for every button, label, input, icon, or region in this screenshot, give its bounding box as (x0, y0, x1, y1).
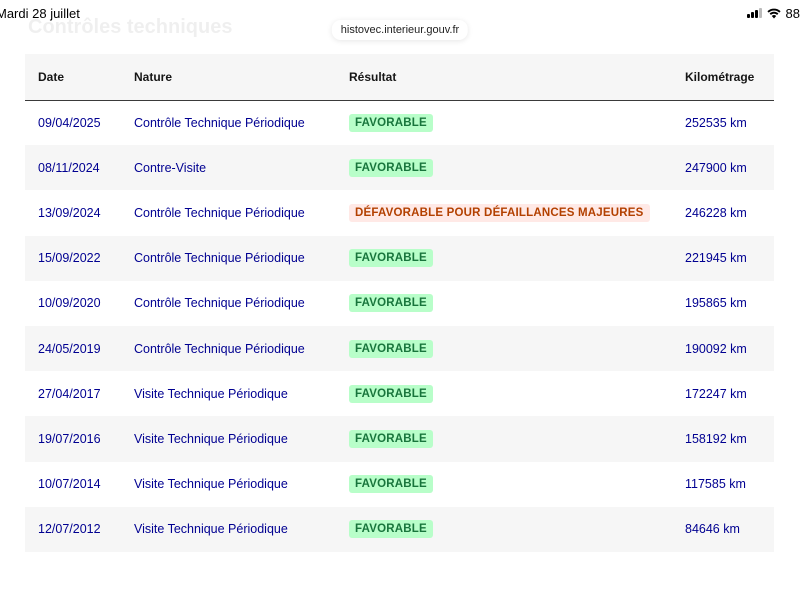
status-badge: FAVORABLE (349, 520, 433, 539)
cell-date: 12/07/2012 (38, 522, 101, 537)
section-heading: Contrôles techniques (28, 16, 233, 38)
cell-date: 10/07/2014 (38, 477, 101, 492)
table-header-row: Date Nature Résultat Kilométrage (25, 54, 774, 100)
cell-mileage: 158192 km (685, 431, 747, 446)
cell-result: FAVORABLE (349, 416, 685, 461)
cell-mileage: 221945 km (685, 251, 747, 266)
status-bar-right: 88 (746, 5, 800, 21)
cell-nature: Contrôle Technique Périodique (134, 341, 305, 356)
cell-mileage: 252535 km (685, 115, 747, 130)
column-header-nature: Nature (134, 69, 173, 84)
technical-inspections-table: Date Nature Résultat Kilométrage 09/04/2… (25, 54, 774, 552)
table-row: 10/09/2020 Contrôle Technique Périodique F… (25, 281, 774, 326)
cell-mileage: 247900 km (685, 160, 747, 175)
status-badge: FAVORABLE (349, 429, 433, 448)
cell-nature: Visite Technique Périodique (134, 477, 288, 492)
cell-nature: Contrôle Technique Périodique (134, 205, 305, 220)
column-header-date: Date (38, 69, 65, 84)
cell-date: 10/09/2020 (38, 296, 101, 311)
cell-nature: Contrôle Technique Périodique (134, 115, 305, 130)
battery-level: 88 (785, 5, 800, 21)
status-badge: FAVORABLE (349, 249, 433, 268)
cell-mileage: 246228 km (685, 205, 747, 220)
cell-date: 13/09/2024 (38, 205, 101, 220)
table-row: 13/09/2024 Contrôle Technique Périodique D… (25, 190, 774, 235)
cell-mileage: 172247 km (685, 386, 747, 401)
cell-result: FAVORABLE (349, 100, 685, 145)
table-row: 08/11/2024 Contre-Visite FAVORABLE 247900 k… (25, 145, 774, 191)
cell-mileage: 117585 km (685, 477, 746, 492)
status-badge: FAVORABLE (349, 339, 433, 358)
table-row: 27/04/2017 Visite Technique Périodique FAV… (25, 371, 774, 416)
cell-result: FAVORABLE (349, 462, 685, 507)
table-row: 15/09/2022 Contrôle Technique Périodique F… (25, 235, 774, 281)
wifi-icon (766, 8, 781, 18)
cell-result: FAVORABLE (349, 236, 685, 281)
cell-nature: Visite Technique Périodique (134, 431, 288, 446)
cell-date: 27/04/2017 (38, 386, 101, 401)
cell-result: FAVORABLE (349, 326, 685, 371)
cell-mileage: 84646 km (685, 522, 740, 537)
cell-nature: Contrôle Technique Périodique (134, 251, 305, 266)
cellular-signal-icon (746, 8, 762, 18)
cell-result: FAVORABLE (349, 371, 685, 416)
status-badge: FAVORABLE (349, 113, 433, 132)
cell-mileage: 190092 km (685, 341, 747, 356)
status-badge: DÉFAVORABLE POUR DÉFAILLANCES MAJEURES (349, 203, 650, 222)
column-header-mileage: Kilométrage (685, 69, 755, 84)
cell-result: DÉFAVORABLE POUR DÉFAILLANCES MAJEURES (349, 190, 685, 235)
cell-nature: Contre-Visite (134, 160, 207, 175)
cell-mileage: 195865 km (685, 296, 747, 311)
status-badge: FAVORABLE (349, 158, 433, 177)
table-row: 09/04/2025 Contrôle Technique Périodique F… (25, 100, 774, 145)
column-header-result: Résultat (349, 69, 397, 84)
cell-result: FAVORABLE (349, 281, 685, 326)
cell-date: 08/11/2024 (38, 160, 100, 175)
cell-result: FAVORABLE (349, 145, 685, 190)
cell-date: 19/07/2016 (38, 431, 101, 446)
status-badge: FAVORABLE (349, 475, 433, 494)
table-body: 09/04/2025 Contrôle Technique Périodique F… (25, 100, 774, 552)
status-badge: FAVORABLE (349, 384, 433, 403)
cell-date: 15/09/2022 (38, 251, 101, 266)
table-row: 24/05/2019 Contrôle Technique Périodique F… (25, 325, 774, 372)
cell-date: 09/04/2025 (38, 115, 101, 130)
cell-date: 24/05/2019 (38, 341, 101, 356)
table-row: 10/07/2014 Visite Technique Périodique FAV… (25, 462, 774, 507)
cell-nature: Contrôle Technique Périodique (134, 296, 305, 311)
table-row: 19/07/2016 Visite Technique Périodique FAV… (25, 416, 774, 462)
address-bar-url[interactable]: histovec.interieur.gouv.fr (331, 20, 469, 40)
cell-nature: Visite Technique Périodique (134, 386, 288, 401)
cell-result: FAVORABLE (349, 507, 685, 552)
cell-nature: Visite Technique Périodique (134, 522, 288, 537)
table-row: 12/07/2012 Visite Technique Périodique FAV… (25, 506, 774, 552)
status-badge: FAVORABLE (349, 294, 433, 313)
